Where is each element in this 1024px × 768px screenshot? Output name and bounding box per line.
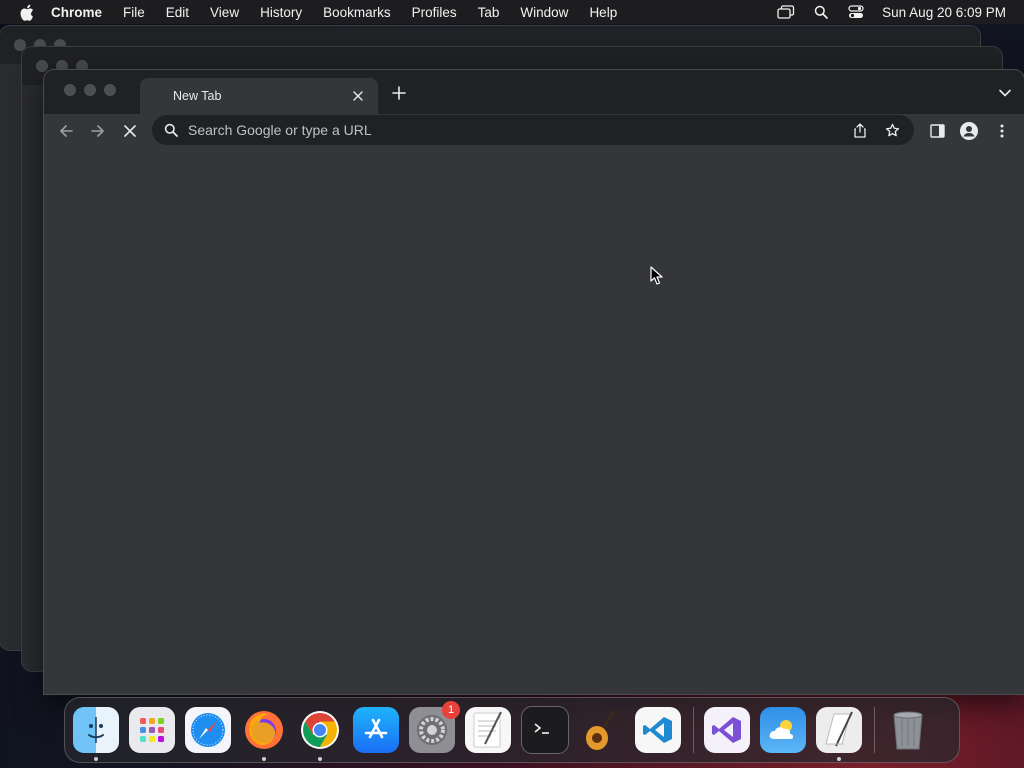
chrome-icon[interactable] [297, 707, 343, 761]
weather-icon[interactable] [760, 707, 806, 753]
toolbar [44, 114, 1024, 149]
menu-file[interactable]: File [123, 5, 145, 20]
finder-icon[interactable] [73, 707, 119, 761]
menu-history[interactable]: History [260, 5, 302, 20]
page-content [44, 148, 1024, 694]
search-icon [164, 123, 178, 137]
control-center-icon[interactable] [847, 4, 865, 20]
close-window-button[interactable] [64, 84, 76, 96]
menubar-clock[interactable]: Sun Aug 20 6:09 PM [882, 5, 1006, 20]
share-icon[interactable] [850, 120, 870, 140]
stop-loading-icon[interactable] [120, 121, 140, 141]
minimize-window-button[interactable] [84, 84, 96, 96]
screen-mirroring-icon[interactable] [777, 4, 795, 20]
terminal-icon[interactable] [521, 706, 569, 754]
chrome-window: New Tab [44, 70, 1024, 694]
omnibox[interactable] [152, 115, 914, 145]
window-controls[interactable] [64, 84, 116, 96]
tab-new-tab[interactable]: New Tab [140, 78, 378, 114]
dock-separator [693, 707, 694, 753]
script-editor-icon[interactable] [816, 707, 862, 761]
spotlight-search-icon[interactable] [812, 4, 830, 20]
more-vert-icon[interactable] [992, 121, 1012, 141]
menu-bookmarks[interactable]: Bookmarks [323, 5, 391, 20]
menu-edit[interactable]: Edit [166, 5, 189, 20]
back-arrow-icon[interactable] [56, 121, 76, 141]
safari-icon[interactable] [185, 707, 231, 753]
menu-profiles[interactable]: Profiles [412, 5, 457, 20]
trash-icon[interactable] [885, 707, 931, 753]
menu-bar: Chrome File Edit View History Bookmarks … [0, 0, 1024, 24]
visual-studio-icon[interactable] [704, 707, 750, 753]
launchpad-icon[interactable] [129, 707, 175, 753]
system-settings-icon[interactable]: 1 [409, 701, 460, 753]
menu-view[interactable]: View [210, 5, 239, 20]
dock: 1 [64, 697, 960, 763]
vscode-icon[interactable] [635, 707, 681, 753]
mouse-cursor-icon [650, 266, 664, 286]
plus-icon[interactable] [390, 84, 408, 102]
chevron-down-icon[interactable] [998, 86, 1012, 100]
omnibox-input[interactable] [188, 122, 850, 138]
notification-badge: 1 [442, 701, 460, 719]
app-store-icon[interactable] [353, 707, 399, 753]
apple-menu-icon[interactable] [19, 4, 35, 21]
menu-app-name[interactable]: Chrome [51, 5, 102, 20]
close-icon[interactable] [350, 88, 366, 104]
profile-icon[interactable] [959, 121, 979, 141]
star-icon[interactable] [882, 120, 902, 140]
menu-tab[interactable]: Tab [478, 5, 500, 20]
textedit-icon[interactable] [465, 707, 511, 753]
forward-arrow-icon[interactable] [88, 121, 108, 141]
zoom-window-button[interactable] [104, 84, 116, 96]
menu-help[interactable]: Help [589, 5, 617, 20]
menu-window[interactable]: Window [520, 5, 568, 20]
garageband-icon[interactable] [579, 707, 625, 753]
tab-title: New Tab [173, 89, 222, 103]
side-panel-icon[interactable] [927, 121, 947, 141]
firefox-icon[interactable] [241, 707, 287, 761]
tab-strip: New Tab [44, 70, 1024, 114]
dock-separator [874, 707, 875, 753]
